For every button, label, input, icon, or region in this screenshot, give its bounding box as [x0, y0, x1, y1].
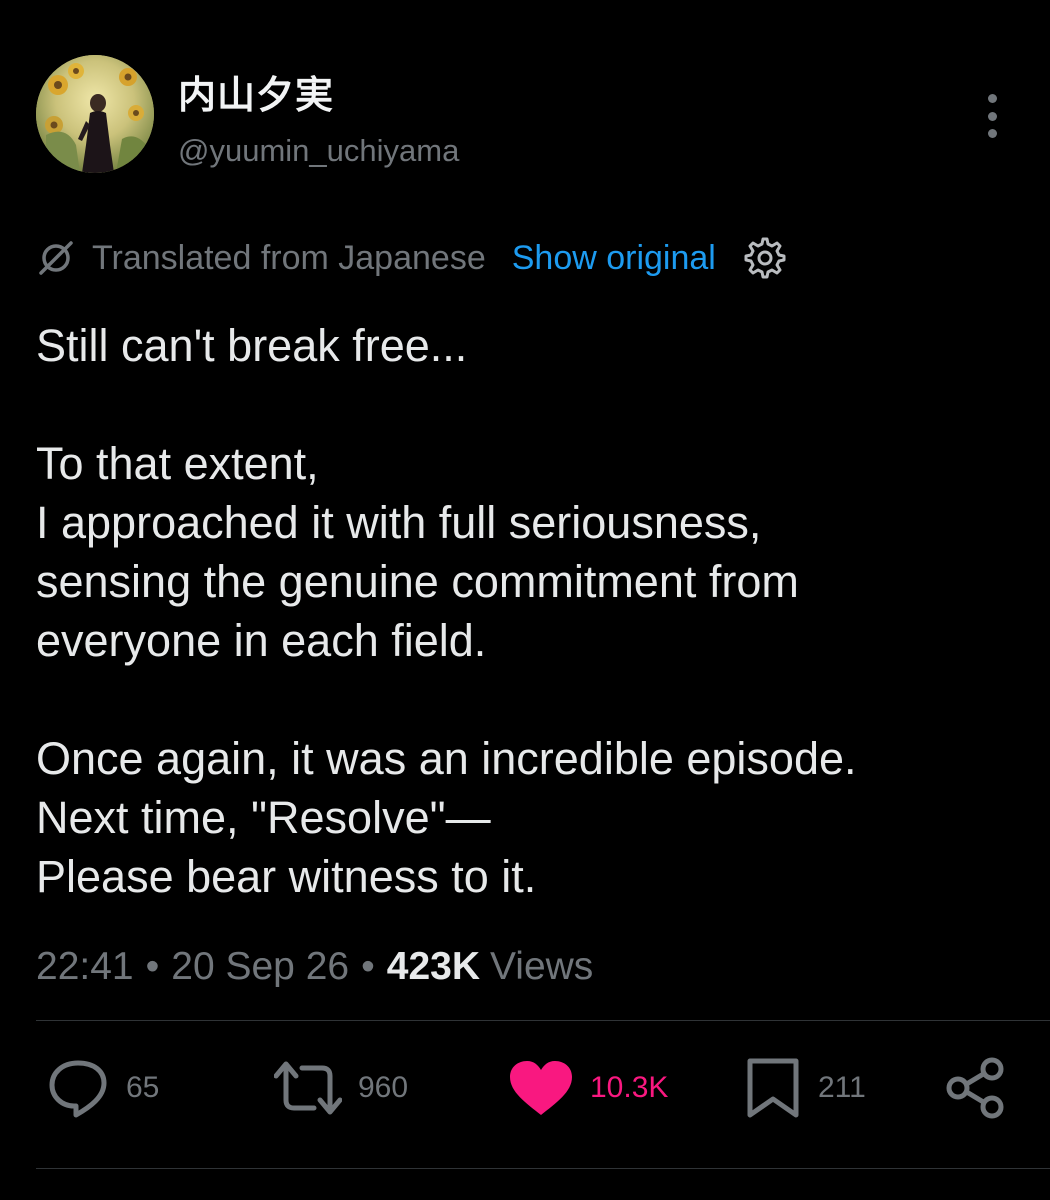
more-dot: [987, 94, 997, 103]
views-label[interactable]: Views: [490, 945, 593, 988]
divider: [36, 1020, 1050, 1021]
tweet-line: Please bear witness to it.: [36, 851, 537, 902]
reply-icon: [49, 1060, 107, 1118]
bookmark-button[interactable]: 211: [744, 1052, 866, 1124]
reply-button[interactable]: 65: [46, 1052, 159, 1124]
heart-icon: [510, 1061, 572, 1115]
show-original-link[interactable]: Show original: [512, 239, 716, 278]
share-icon: [946, 1057, 1004, 1119]
gear-icon[interactable]: [744, 237, 786, 279]
views-count[interactable]: 423K: [387, 945, 480, 988]
author-handle[interactable]: @yuumin_uchiyama: [178, 133, 459, 169]
author-display-name[interactable]: 内山夕実: [178, 64, 334, 119]
tweet-date[interactable]: 20 Sep 26: [171, 945, 349, 988]
tweet-line: I approached it with full seriousness,: [36, 497, 762, 548]
retweet-icon: [274, 1061, 342, 1115]
meta-separator: •: [361, 945, 375, 988]
tweet-line: sensing the genuine commitment from: [36, 556, 799, 607]
translation-bar: Translated from Japanese Show original: [36, 236, 786, 280]
more-vertical-icon[interactable]: [972, 94, 1012, 138]
tweet-text: Still can't break free... To that extent…: [36, 316, 1026, 906]
tweet-detail-view: 内山夕実 @yuumin_uchiyama Translated from Ja…: [0, 0, 1050, 1200]
share-button[interactable]: [944, 1052, 1006, 1124]
like-count: 10.3K: [590, 1071, 669, 1104]
retweet-button[interactable]: 960: [274, 1052, 408, 1124]
tweet-time[interactable]: 22:41: [36, 945, 134, 988]
translate-icon: [39, 241, 73, 275]
avatar[interactable]: [36, 55, 154, 173]
tweet-meta: 22:41 • 20 Sep 26 • 423K Views: [36, 945, 593, 989]
like-button[interactable]: 10.3K: [508, 1052, 668, 1124]
tweet-line: Still can't break free...: [36, 320, 468, 371]
tweet-line: To that extent,: [36, 438, 319, 489]
more-dot: [987, 129, 997, 138]
tweet-line: everyone in each field.: [36, 615, 487, 666]
reply-count: 65: [126, 1071, 160, 1104]
divider: [36, 1168, 1050, 1169]
retweet-count: 960: [358, 1071, 409, 1104]
bookmark-icon: [747, 1058, 799, 1118]
tweet-line: Next time, "Resolve"—: [36, 792, 491, 843]
avatar-image: [36, 55, 154, 173]
translation-label: Translated from Japanese: [92, 238, 486, 277]
bookmark-count: 211: [818, 1071, 866, 1104]
more-dot: [987, 111, 997, 121]
meta-separator: •: [145, 945, 160, 988]
tweet-line: Once again, it was an incredible episode…: [36, 733, 857, 784]
